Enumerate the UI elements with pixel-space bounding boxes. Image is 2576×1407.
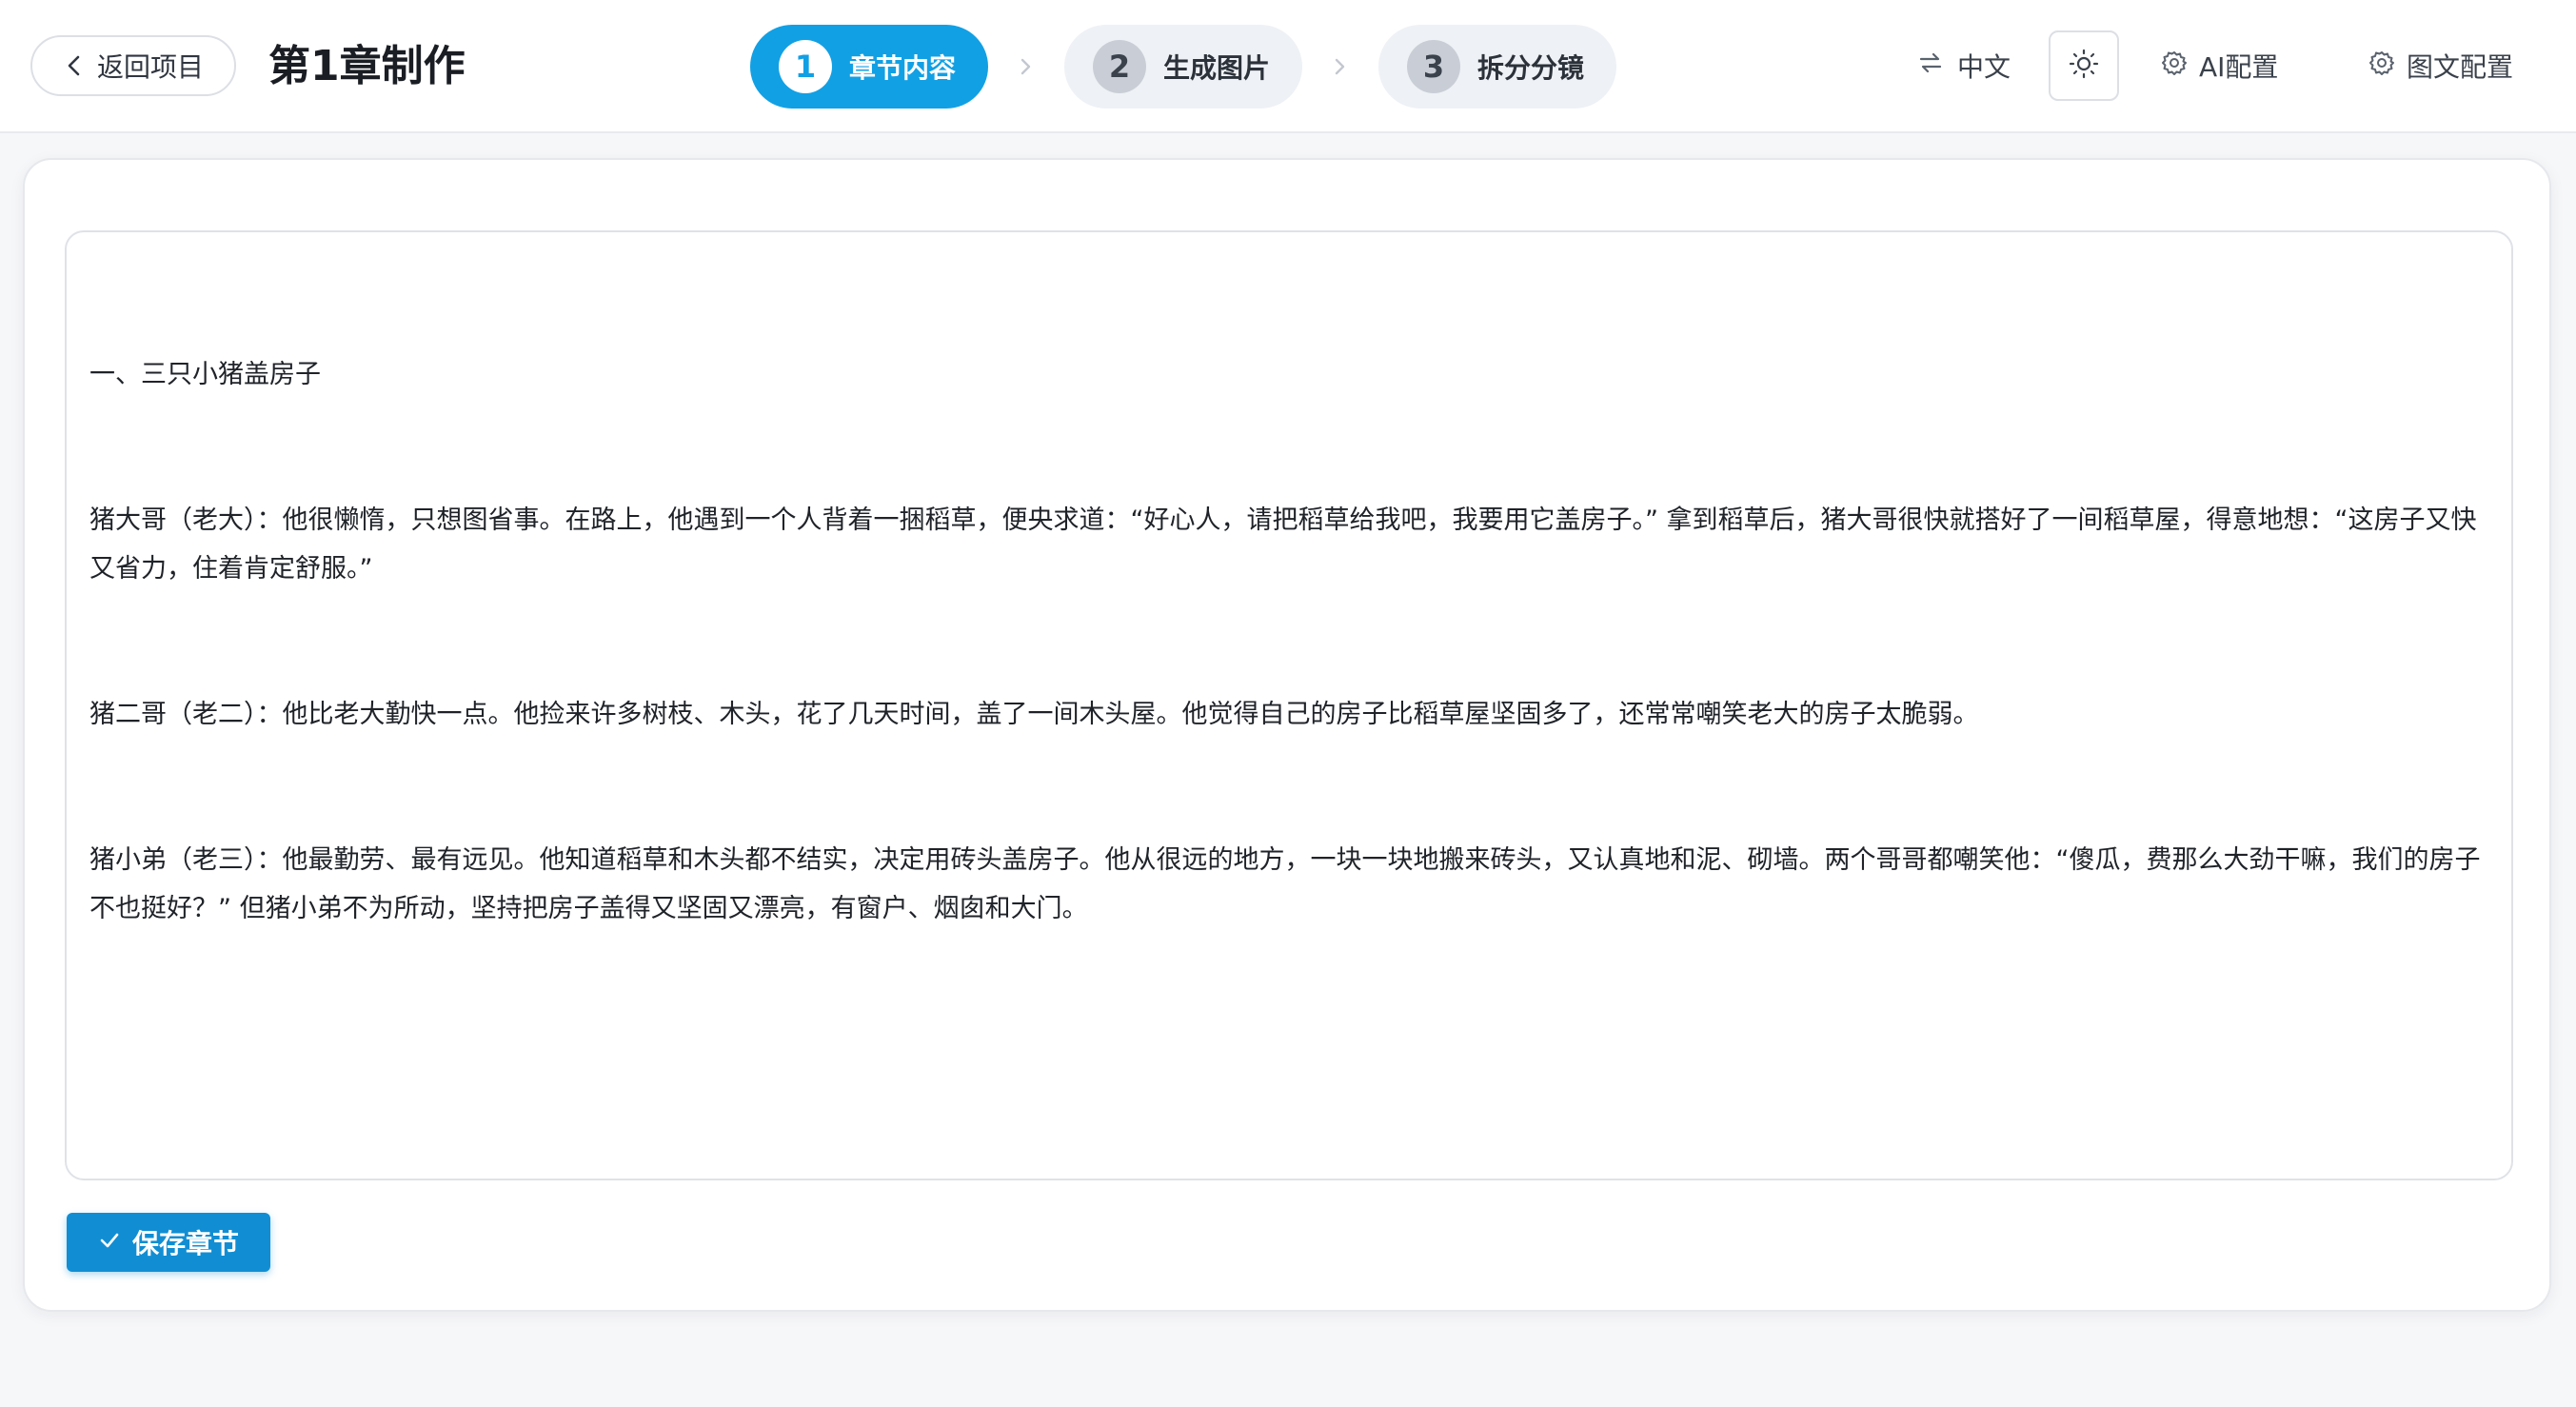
gear-icon bbox=[2161, 50, 2188, 83]
step-navigator: 1 章节内容 2 生成图片 3 拆分分镜 bbox=[750, 25, 1617, 109]
chapter-text-editor[interactable]: 一、三只小猪盖房子 猪大哥（老大）：他很懒惰，只想图省事。在路上，他遇到一个人背… bbox=[65, 230, 2513, 1180]
check-icon bbox=[98, 1227, 121, 1258]
chevron-right-icon bbox=[988, 53, 1064, 80]
swap-icon bbox=[1917, 50, 1944, 83]
ai-config-button[interactable]: AI配置 bbox=[2161, 30, 2278, 101]
resize-handle-icon[interactable] bbox=[2492, 1159, 2507, 1175]
save-chapter-label: 保存章节 bbox=[131, 1228, 239, 1259]
step-label: 生成图片 bbox=[1163, 52, 1271, 84]
sun-icon bbox=[2068, 48, 2100, 84]
chapter-content-card: 一、三只小猪盖房子 猪大哥（老大）：他很懒惰，只想图省事。在路上，他遇到一个人背… bbox=[23, 158, 2551, 1312]
step-generate-images[interactable]: 2 生成图片 bbox=[1064, 25, 1303, 109]
step-label: 章节内容 bbox=[849, 52, 957, 84]
step-split-storyboard[interactable]: 3 拆分分镜 bbox=[1378, 25, 1617, 109]
step-label: 拆分分镜 bbox=[1477, 52, 1585, 84]
step-chapter-content[interactable]: 1 章节内容 bbox=[750, 25, 989, 109]
step-number: 1 bbox=[779, 40, 832, 93]
text-config-label: 图文配置 bbox=[2407, 51, 2514, 83]
editor-line: 猪二哥（老二）：他比老大勤快一点。他捡来许多树枝、木头，花了几天时间，盖了一间木… bbox=[89, 700, 1979, 729]
top-bar: 返回项目 第1章制作 1 章节内容 2 生成图片 3 拆分分镜 中文 AI配置 … bbox=[0, 0, 2576, 133]
ai-config-label: AI配置 bbox=[2199, 51, 2279, 83]
back-to-project-button[interactable]: 返回项目 bbox=[30, 35, 236, 96]
save-chapter-button[interactable]: 保存章节 bbox=[67, 1213, 270, 1272]
chevron-left-icon bbox=[63, 54, 86, 77]
editor-line: 猪大哥（老大）：他很懒惰，只想图省事。在路上，他遇到一个人背着一捆稻草，便央求道… bbox=[89, 505, 2477, 584]
editor-line: 猪小弟（老三）：他最勤劳、最有远见。他知道稻草和木头都不结实，决定用砖头盖房子。… bbox=[89, 845, 2481, 923]
chevron-right-icon bbox=[1302, 53, 1378, 80]
editor-line: 一、三只小猪盖房子 bbox=[89, 360, 321, 389]
language-switch-button[interactable]: 中文 bbox=[1917, 30, 2011, 101]
back-button-label: 返回项目 bbox=[96, 51, 204, 83]
language-label: 中文 bbox=[1957, 51, 2011, 83]
text-config-button[interactable]: 图文配置 bbox=[2368, 30, 2513, 101]
step-number: 2 bbox=[1093, 40, 1147, 93]
page-title: 第1章制作 bbox=[268, 42, 466, 90]
gear-icon bbox=[2368, 50, 2395, 83]
step-number: 3 bbox=[1407, 40, 1461, 93]
theme-toggle-button[interactable] bbox=[2049, 30, 2119, 101]
